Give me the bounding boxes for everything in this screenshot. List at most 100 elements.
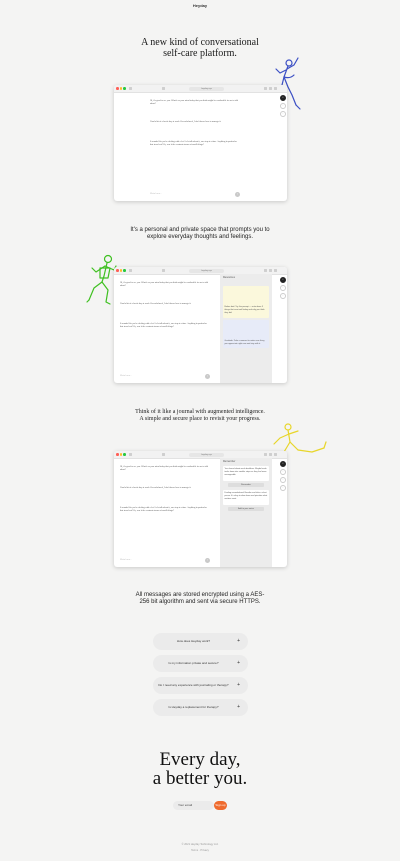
faq-item[interactable]: Is my information private and secure? +: [153, 655, 248, 672]
settings-icon[interactable]: ◦: [280, 485, 286, 491]
shield-icon: [162, 87, 165, 90]
faq-question: Is my information private and secure?: [168, 661, 219, 665]
bot-message: It sounds like you're dealing with a lot…: [120, 323, 207, 329]
bookmark-icon[interactable]: ◦: [280, 111, 286, 117]
bookmark-icon[interactable]: ◦: [280, 477, 286, 483]
send-button[interactable]: ↑: [205, 558, 210, 563]
pin-icon[interactable]: ◦: [280, 285, 286, 291]
new-tab-icon[interactable]: [269, 87, 272, 90]
faq-question: Is Heyday a replacement for therapy?: [168, 705, 219, 709]
plus-icon[interactable]: +: [237, 655, 240, 672]
bookmark-icon[interactable]: ◦: [280, 293, 286, 299]
section-3-text: Think of it like a journal with augmente…: [110, 409, 290, 423]
share-icon[interactable]: [264, 269, 267, 272]
send-button[interactable]: ↑: [205, 374, 210, 379]
right-rail: • ◦ ◦: [280, 277, 286, 301]
close-dot-icon[interactable]: [116, 269, 119, 272]
maximize-dot-icon[interactable]: [123, 87, 126, 90]
new-tab-icon[interactable]: [269, 453, 272, 456]
section-4-line2: 256 bit algorithm and sent via secure HT…: [139, 599, 261, 605]
faq-item[interactable]: How does Heyday work? +: [153, 633, 248, 650]
chat-icon[interactable]: •: [280, 95, 286, 101]
plus-icon[interactable]: +: [237, 677, 240, 694]
hero-title-line2: self-care platform.: [163, 48, 237, 59]
signup-button[interactable]: Sign up: [214, 801, 227, 810]
panel-title: Remember: [223, 460, 236, 463]
url-bar[interactable]: heyday.xyz: [189, 86, 224, 91]
bot-message: Hi, it's good to see you. What's on your…: [150, 100, 238, 106]
shield-icon: [162, 269, 165, 272]
pin-icon[interactable]: ◦: [280, 103, 286, 109]
brand-logo[interactable]: Heyday: [0, 3, 400, 8]
shield-icon: [162, 453, 165, 456]
sidebar-toggle-icon[interactable]: [129, 269, 132, 272]
minimize-dot-icon[interactable]: [119, 87, 122, 90]
tabs-icon[interactable]: [274, 453, 277, 456]
bot-message: It sounds like you're dealing with a lot…: [120, 507, 207, 513]
footer-links[interactable]: Terms · Privacy: [0, 849, 400, 852]
share-icon[interactable]: [264, 87, 267, 90]
url-bar[interactable]: heyday.xyz: [189, 268, 224, 273]
section-3-line2: A simple and secure place to revisit you…: [139, 416, 261, 422]
pin-icon[interactable]: ◦: [280, 469, 286, 475]
arrow-up-icon: ↑: [236, 192, 239, 196]
section-3-line1: Think of it like a journal with augmente…: [135, 409, 265, 415]
hero-title: A new kind of conversational self-care p…: [0, 37, 400, 59]
section-4-text: All messages are stored encrypted using …: [110, 592, 290, 606]
remember-button[interactable]: Remember: [228, 483, 264, 487]
memory-card[interactable]: You shared about work deadlines. Maybe b…: [223, 466, 269, 481]
message-input[interactable]: Write here...: [120, 559, 132, 561]
app-window-hero: heyday.xyz Hi, it's good to see you. Wha…: [114, 85, 287, 201]
panel-title: Resources: [223, 276, 235, 279]
right-rail: • ◦ ◦: [280, 95, 286, 119]
browser-chrome: heyday.xyz: [114, 85, 287, 93]
bot-message: Hi, it's good to see you. What's on your…: [120, 466, 208, 472]
resource-card[interactable]: Before bed: Try this prompt — write down…: [223, 286, 269, 318]
faq-question: Do I need any experience with journaling…: [158, 683, 229, 687]
new-tab-icon[interactable]: [269, 269, 272, 272]
sidebar-toggle-icon[interactable]: [129, 453, 132, 456]
tabs-icon[interactable]: [274, 87, 277, 90]
section-2-text: It's a personal and private space that p…: [110, 227, 290, 241]
share-icon[interactable]: [264, 453, 267, 456]
bot-message: Hi, it's good to see you. What's on your…: [120, 282, 208, 288]
maximize-dot-icon[interactable]: [123, 453, 126, 456]
right-rail: • ◦ ◦ ◦: [280, 461, 286, 493]
close-dot-icon[interactable]: [116, 453, 119, 456]
closing-title: Every day, a better you.: [0, 750, 400, 788]
faq-question: How does Heyday work?: [176, 639, 211, 643]
faq-item[interactable]: Is Heyday a replacement for therapy? +: [153, 699, 248, 716]
resource-card[interactable]: Gratitude: Take a moment to notice one t…: [223, 320, 269, 348]
bot-message: It sounds like you're dealing with a lot…: [150, 141, 237, 147]
maximize-dot-icon[interactable]: [123, 269, 126, 272]
url-bar[interactable]: heyday.xyz: [189, 452, 224, 457]
closing-line1: Every day,: [159, 749, 241, 770]
chat-icon[interactable]: •: [280, 461, 286, 467]
email-field[interactable]: Your email: [173, 801, 214, 810]
add-to-notes-button[interactable]: Add to your notes: [228, 507, 264, 511]
send-button[interactable]: ↑: [235, 192, 240, 197]
plus-icon[interactable]: +: [237, 633, 240, 650]
memory-card[interactable]: Feeling overwhelmed: Breathe and take a …: [223, 490, 269, 505]
app-window-remember: heyday.xyz Hi, it's good to see you. Wha…: [114, 451, 287, 567]
minimize-dot-icon[interactable]: [119, 453, 122, 456]
chat-icon[interactable]: •: [280, 277, 286, 283]
minimize-dot-icon[interactable]: [119, 269, 122, 272]
user-message: I had a bit of a hectic day at work. Ove…: [120, 303, 192, 305]
message-input[interactable]: Write here...: [150, 193, 162, 195]
sidebar-toggle-icon[interactable]: [129, 87, 132, 90]
arrow-up-icon: ↑: [206, 374, 209, 378]
tabs-icon[interactable]: [274, 269, 277, 272]
section-2-line2: explore everyday thoughts and feelings.: [146, 234, 254, 240]
message-input[interactable]: Write here...: [120, 375, 132, 377]
plus-icon[interactable]: +: [237, 699, 240, 716]
section-4-line1: All messages are stored encrypted using …: [135, 592, 265, 598]
close-dot-icon[interactable]: [116, 87, 119, 90]
arrow-up-icon: ↑: [206, 558, 209, 562]
faq-item[interactable]: Do I need any experience with journaling…: [153, 677, 248, 694]
footer-copyright: © 2021 Heyday Technology Ltd.: [181, 843, 219, 846]
resources-panel: Resources Before bed: Try this prompt — …: [220, 274, 272, 383]
closing-line2: a better you.: [152, 768, 248, 789]
app-window-resources: heyday.xyz Hi, it's good to see you. Wha…: [114, 267, 287, 383]
user-message: I had a bit of a hectic day at work. Ove…: [150, 121, 222, 123]
